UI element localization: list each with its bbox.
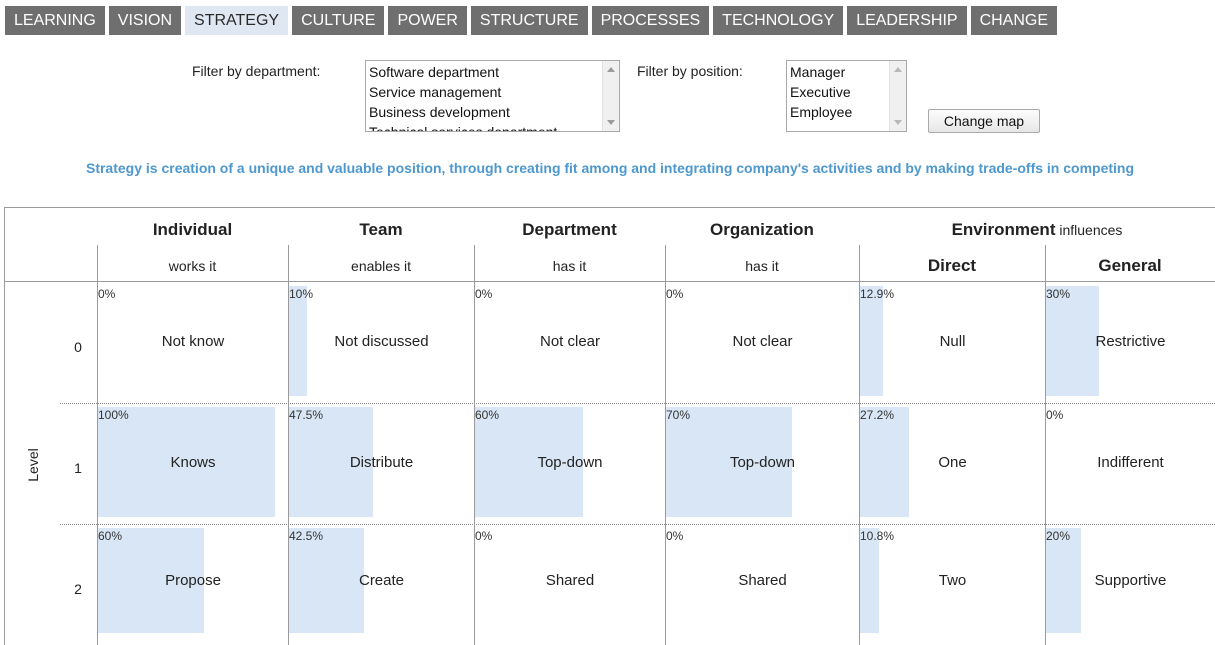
cell-label: Top-down bbox=[537, 453, 603, 471]
level-axis-label: Level bbox=[25, 448, 41, 482]
column-title-environment: Environment influences bbox=[859, 220, 1215, 240]
environment-influences-suffix: influences bbox=[1055, 222, 1123, 238]
cell-label: Top-down bbox=[729, 453, 796, 471]
map-cell-department-level-0[interactable]: 0% Not clear bbox=[475, 286, 665, 396]
column-title-organization: Organization bbox=[710, 220, 814, 239]
map-cell-direct-level-1[interactable]: 27.2% One bbox=[860, 407, 1045, 517]
tab-vision[interactable]: VISION bbox=[108, 6, 182, 35]
cell-label: Shared bbox=[738, 572, 787, 589]
position-listbox-scrollbar[interactable] bbox=[889, 61, 906, 131]
scroll-up-icon[interactable] bbox=[890, 61, 906, 77]
cell-label: Shared bbox=[545, 572, 595, 589]
map-cell-team-level-1[interactable]: 47.5% Distribute bbox=[289, 407, 474, 517]
map-cell-general-level-1[interactable]: 0% Indifferent bbox=[1046, 407, 1215, 517]
top-tab-bar: LEARNING VISION STRATEGY CULTURE POWER STRUCT… bbox=[5, 6, 1058, 35]
column-sub-organization: has it bbox=[745, 258, 779, 274]
department-option[interactable]: Service management bbox=[366, 82, 619, 102]
tab-processes[interactable]: PROCESSES bbox=[591, 6, 710, 35]
map-cell-individual-level-1[interactable]: 100% Knows bbox=[98, 407, 288, 517]
scroll-down-icon[interactable] bbox=[890, 115, 906, 131]
column-sub-direct: Direct bbox=[927, 256, 977, 275]
environment-title: Environment bbox=[951, 220, 1056, 239]
tab-culture[interactable]: CULTURE bbox=[292, 6, 385, 35]
tab-change[interactable]: CHANGE bbox=[970, 6, 1058, 35]
tab-strategy[interactable]: STRATEGY bbox=[185, 6, 289, 35]
cell-label: Not discussed bbox=[334, 332, 429, 350]
cell-label: Restrictive bbox=[1095, 332, 1166, 350]
position-filter-label: Filter by position: bbox=[637, 63, 743, 79]
cell-label: One bbox=[938, 453, 967, 471]
cell-label: Not know bbox=[161, 332, 225, 350]
tab-power[interactable]: POWER bbox=[388, 6, 467, 35]
cell-label: Knows bbox=[170, 453, 216, 471]
map-cell-organization-level-0[interactable]: 0% Not clear bbox=[666, 286, 859, 396]
department-option[interactable]: Technical services department bbox=[366, 122, 619, 131]
row-divider bbox=[60, 524, 1215, 525]
level-number: 2 bbox=[74, 581, 82, 597]
tab-learning[interactable]: LEARNING bbox=[5, 6, 105, 35]
map-cell-general-level-2[interactable]: 20% Supportive bbox=[1046, 528, 1215, 633]
map-cell-team-level-2[interactable]: 42.5% Create bbox=[289, 528, 474, 633]
department-option[interactable]: Business development bbox=[366, 102, 619, 122]
column-sub-department: has it bbox=[552, 258, 587, 274]
map-cell-team-level-0[interactable]: 10% Not discussed bbox=[289, 286, 474, 396]
column-title-department: Department bbox=[522, 220, 617, 239]
level-number: 1 bbox=[74, 460, 82, 476]
cell-label: Create bbox=[358, 572, 405, 589]
map-cell-direct-level-0[interactable]: 12.9% Null bbox=[860, 286, 1045, 396]
map-cell-individual-level-2[interactable]: 60% Propose bbox=[98, 528, 288, 633]
column-title-team: Team bbox=[359, 220, 403, 239]
column-sub-team: enables it bbox=[351, 258, 411, 274]
column-title-individual: Individual bbox=[152, 220, 233, 239]
department-option[interactable]: Software department bbox=[366, 62, 619, 82]
map-cell-general-level-0[interactable]: 30% Restrictive bbox=[1046, 286, 1215, 396]
cell-label: Indifferent bbox=[1097, 453, 1164, 471]
level-number: 0 bbox=[74, 339, 82, 355]
change-map-button[interactable]: Change map bbox=[928, 109, 1040, 133]
map-cell-organization-level-1[interactable]: 70% Top-down bbox=[666, 407, 859, 517]
position-listbox[interactable]: Manager Executive Employee bbox=[786, 60, 907, 132]
column-sub-general: General bbox=[1098, 256, 1162, 275]
map-cell-direct-level-2[interactable]: 10.8% Two bbox=[860, 528, 1045, 633]
cell-label: Distribute bbox=[349, 453, 414, 471]
cell-label: Propose bbox=[165, 572, 221, 589]
cell-label: Two bbox=[938, 572, 967, 589]
row-divider bbox=[60, 403, 1215, 404]
department-listbox-scrollbar[interactable] bbox=[602, 61, 619, 131]
column-sub-individual: works it bbox=[168, 258, 217, 274]
map-cell-organization-level-2[interactable]: 0% Shared bbox=[666, 528, 859, 633]
map-cell-department-level-2[interactable]: 0% Shared bbox=[475, 528, 665, 633]
scroll-up-icon[interactable] bbox=[603, 61, 619, 77]
cell-label: Not clear bbox=[732, 332, 793, 350]
tab-leadership[interactable]: LEADERSHIP bbox=[847, 6, 967, 35]
header-divider bbox=[5, 281, 1215, 282]
map-cell-individual-level-0[interactable]: 0% Not know bbox=[98, 286, 288, 396]
tab-structure[interactable]: STRUCTURE bbox=[470, 6, 588, 35]
department-listbox[interactable]: Software department Service management Bus… bbox=[365, 60, 620, 132]
strategy-definition: Strategy is creation of a unique and val… bbox=[85, 160, 1135, 176]
department-filter-label: Filter by department: bbox=[192, 63, 321, 79]
cell-label: Supportive bbox=[1094, 572, 1167, 589]
scroll-down-icon[interactable] bbox=[603, 115, 619, 131]
cell-label: Null bbox=[939, 332, 966, 350]
cell-label: Not clear bbox=[539, 332, 601, 350]
map-cell-department-level-1[interactable]: 60% Top-down bbox=[475, 407, 665, 517]
tab-technology[interactable]: TECHNOLOGY bbox=[713, 6, 844, 35]
